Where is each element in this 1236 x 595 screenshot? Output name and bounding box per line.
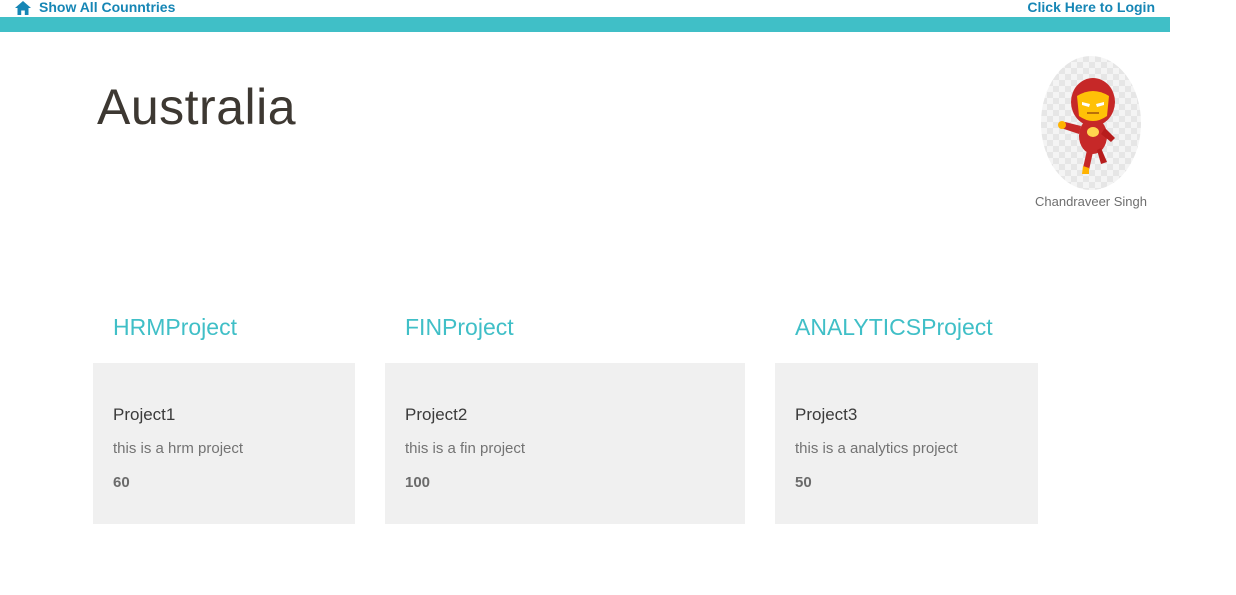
user-profile[interactable]: Chandraveer Singh	[1030, 56, 1152, 209]
project-card-body: Project2 this is a fin project 100	[385, 363, 745, 524]
project-item-value: 100	[405, 474, 431, 491]
project-item-name: Project1	[113, 405, 176, 424]
project-item-value: 60	[113, 474, 130, 491]
project-card-body: Project1 this is a hrm project 60	[93, 363, 355, 524]
project-heading[interactable]: FINProject	[405, 314, 514, 341]
project-item-description: this is a hrm project	[113, 440, 244, 457]
profile-name: Chandraveer Singh	[1034, 194, 1148, 209]
project-item-value: 50	[795, 474, 812, 491]
accent-bar	[0, 17, 1170, 32]
iron-man-avatar-image	[1058, 78, 1115, 174]
avatar[interactable]	[1041, 56, 1141, 190]
project-item-description: this is a fin project	[405, 440, 526, 457]
project-card-body: Project3 this is a analytics project 50	[775, 363, 1038, 524]
show-all-countries-link[interactable]: Show All Counntries	[15, 0, 175, 15]
top-nav-bar: Show All Counntries Click Here to Login	[0, 0, 1170, 17]
project-heading[interactable]: ANALYTICSProject	[795, 314, 993, 341]
project-item-name: Project2	[405, 405, 468, 424]
project-item-description: this is a analytics project	[795, 440, 958, 457]
login-link[interactable]: Click Here to Login	[1027, 0, 1155, 15]
project-heading[interactable]: HRMProject	[113, 314, 237, 341]
page-title: Australia	[97, 79, 297, 135]
home-icon	[15, 0, 31, 15]
project-item-name: Project3	[795, 405, 858, 424]
show-all-countries-label: Show All Counntries	[39, 0, 176, 15]
